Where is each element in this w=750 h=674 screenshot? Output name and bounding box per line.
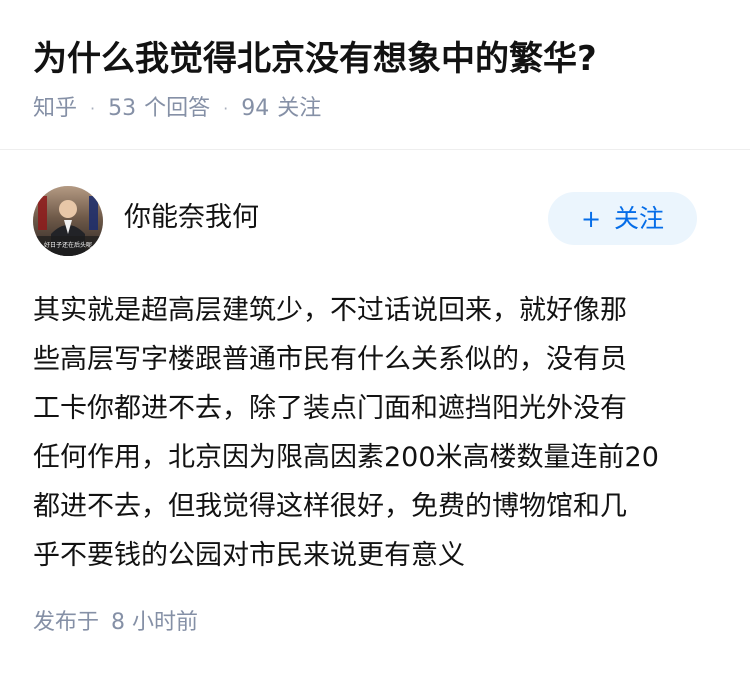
answer-count: 53: [108, 96, 137, 121]
publish-time: 发布于 8 小时前: [33, 608, 198, 638]
meta-separator-dot: ·: [223, 99, 229, 118]
answer-card: 好日子还在后头呢 你能奈我何 + 关注 其实就是超高层建筑少，不过话说回来，就好像…: [0, 150, 750, 674]
profile-photo-icon: 好日子还在后头呢: [33, 186, 103, 256]
question-header: 为什么我觉得北京没有想象中的繁华? 知乎 · 53 个回答 · 94 关注: [0, 0, 750, 150]
answer-count-label: 个回答: [144, 96, 211, 121]
publish-label: 发布于: [33, 610, 100, 635]
answer-line: 工卡你都进不去，除了装点门面和遮挡阳光外没有: [33, 393, 627, 424]
question-title[interactable]: 为什么我觉得北京没有想象中的繁华?: [33, 37, 597, 81]
source-label[interactable]: 知乎: [33, 94, 77, 124]
answer-line: 任何作用，北京因为限高因素200米高楼数量连前20: [33, 442, 659, 473]
answer-content: 其实就是超高层建筑少，不过话说回来，就好像那 些高层写字楼跟普通市民有什么关系似…: [33, 286, 723, 580]
plus-icon: +: [580, 205, 602, 233]
author-avatar[interactable]: 好日子还在后头呢: [33, 186, 103, 256]
answer-line: 些高层写字楼跟普通市民有什么关系似的，没有员: [33, 344, 627, 375]
follow-count-label: 关注: [277, 96, 322, 121]
follow-count: 94: [241, 96, 270, 121]
avatar-caption: 好日子还在后头呢: [44, 241, 92, 249]
publish-time-value: 8 小时前: [111, 610, 199, 635]
meta-separator-dot: ·: [90, 99, 96, 118]
question-meta: 知乎 · 53 个回答 · 94 关注: [33, 94, 321, 124]
answer-line: 都进不去，但我觉得这样很好，免费的博物馆和几: [33, 491, 627, 522]
follow-button-label: 关注: [614, 204, 665, 233]
follow-button[interactable]: + 关注: [548, 192, 697, 245]
author-name[interactable]: 你能奈我何: [124, 200, 259, 236]
answer-line: 其实就是超高层建筑少，不过话说回来，就好像那: [33, 295, 627, 326]
answer-line: 乎不要钱的公园对市民来说更有意义: [33, 540, 465, 571]
